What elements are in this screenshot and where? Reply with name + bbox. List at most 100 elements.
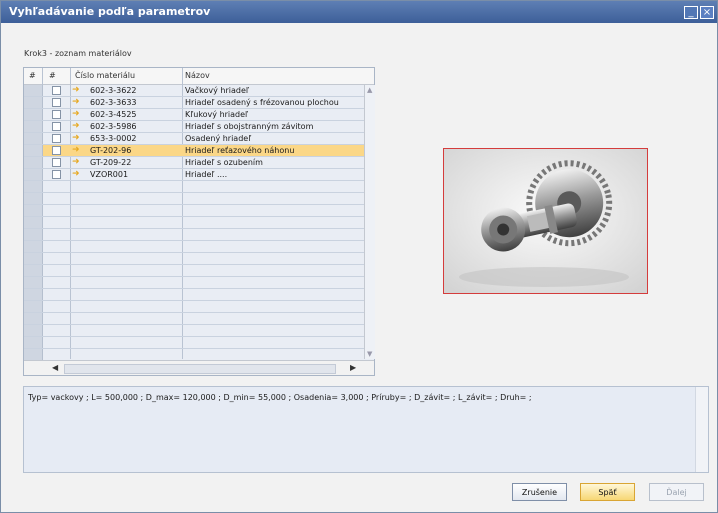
- horizontal-scroll-thumb[interactable]: [64, 364, 336, 374]
- row-selector[interactable]: [24, 109, 43, 120]
- table-row[interactable]: [24, 241, 364, 253]
- row-selector[interactable]: [24, 241, 43, 252]
- window-title: Vyhľadávanie podľa parametrov: [9, 5, 211, 18]
- material-number: 602-3-5986: [90, 122, 137, 131]
- table-row[interactable]: ➜ VZOR001 Hriadeľ ....: [24, 169, 364, 181]
- row-checkbox[interactable]: [52, 122, 61, 131]
- arrow-right-icon[interactable]: ➜: [72, 86, 83, 95]
- arrow-right-icon[interactable]: ➜: [72, 110, 83, 119]
- table-row[interactable]: ➜ GT-209-22 Hriadeľ s ozubením: [24, 157, 364, 169]
- table-row[interactable]: ➜ 653-3-0002 Osadený hriadeľ: [24, 133, 364, 145]
- row-selector[interactable]: [24, 337, 43, 348]
- row-selector[interactable]: [24, 229, 43, 240]
- row-selector[interactable]: [24, 325, 43, 336]
- table-row[interactable]: [24, 325, 364, 337]
- materials-grid: # # Číslo materiálu Názov ➜ 602-3-3622 Vač…: [23, 67, 375, 376]
- arrow-right-icon[interactable]: ➜: [72, 170, 83, 179]
- material-name: Hriadeľ s ozubením: [185, 158, 263, 167]
- row-selector[interactable]: [24, 85, 43, 96]
- row-selector[interactable]: [24, 181, 43, 192]
- material-number: VZOR001: [90, 170, 129, 179]
- row-checkbox[interactable]: [52, 98, 61, 107]
- material-name: Kľukový hriadeľ: [185, 110, 249, 119]
- row-checkbox[interactable]: [52, 134, 61, 143]
- table-row[interactable]: ➜ 602-3-5986 Hriadeľ s obojstranným závito…: [24, 121, 364, 133]
- row-checkbox[interactable]: [52, 158, 61, 167]
- material-name: Hriadeľ ....: [185, 170, 228, 179]
- row-selector[interactable]: [24, 253, 43, 264]
- material-number: 653-3-0002: [90, 134, 137, 143]
- row-selector[interactable]: [24, 265, 43, 276]
- table-row[interactable]: ➜ 602-3-3633 Hriadeľ osadený s frézovanou …: [24, 97, 364, 109]
- row-selector[interactable]: [24, 193, 43, 204]
- table-row[interactable]: [24, 205, 364, 217]
- material-number: GT-202-96: [90, 146, 132, 155]
- row-selector[interactable]: [24, 97, 43, 108]
- next-button[interactable]: Ďalej: [649, 483, 704, 501]
- table-row[interactable]: [24, 193, 364, 205]
- arrow-right-icon[interactable]: ➜: [72, 122, 83, 131]
- scroll-up-icon[interactable]: ▲: [367, 86, 372, 94]
- header-name[interactable]: Názov: [185, 71, 210, 80]
- material-name: Osadený hriadeľ: [185, 134, 252, 143]
- row-checkbox[interactable]: [52, 146, 61, 155]
- material-number: GT-209-22: [90, 158, 132, 167]
- header-material-number[interactable]: Číslo materiálu: [75, 71, 135, 80]
- scroll-right-icon[interactable]: ▶: [350, 363, 356, 372]
- row-selector[interactable]: [24, 301, 43, 312]
- row-selector[interactable]: [24, 121, 43, 132]
- grid-header: # # Číslo materiálu Názov: [24, 68, 374, 85]
- minimize-icon: _: [688, 7, 694, 18]
- table-row[interactable]: [24, 181, 364, 193]
- table-row[interactable]: [24, 229, 364, 241]
- row-selector[interactable]: [24, 133, 43, 144]
- description-scrollbar[interactable]: [695, 387, 708, 472]
- camshaft-photo: [444, 149, 647, 293]
- step-label: Krok3 - zoznam materiálov: [24, 49, 132, 58]
- table-row[interactable]: ➜ 602-3-4525 Kľukový hriadeľ: [24, 109, 364, 121]
- arrow-right-icon[interactable]: ➜: [72, 146, 83, 155]
- row-checkbox[interactable]: [52, 86, 61, 95]
- table-row[interactable]: [24, 301, 364, 313]
- material-number: 602-3-3622: [90, 86, 137, 95]
- arrow-right-icon[interactable]: ➜: [72, 158, 83, 167]
- row-selector[interactable]: [24, 349, 43, 360]
- row-selector[interactable]: [24, 169, 43, 180]
- material-name: Hriadeľ osadený s frézovanou plochou: [185, 98, 339, 107]
- grid-rows: ➜ 602-3-3622 Vačkový hriadeľ ➜ 602-3-3633 Hri…: [24, 85, 374, 361]
- scroll-down-icon[interactable]: ▼: [367, 350, 372, 358]
- row-selector[interactable]: [24, 145, 43, 156]
- description-text: Typ= vackovy ; L= 500,000 ; D_max= 120,0…: [28, 393, 532, 402]
- row-selector[interactable]: [24, 289, 43, 300]
- vertical-scrollbar[interactable]: ▲ ▼: [364, 85, 375, 359]
- back-button[interactable]: Späť: [580, 483, 635, 501]
- scroll-left-icon[interactable]: ◀: [52, 363, 58, 372]
- table-row[interactable]: [24, 313, 364, 325]
- row-selector[interactable]: [24, 217, 43, 228]
- close-button[interactable]: ×: [700, 6, 714, 19]
- row-selector[interactable]: [24, 205, 43, 216]
- table-row[interactable]: [24, 265, 364, 277]
- header-select: #: [49, 71, 56, 80]
- material-name: Hriadeľ reťazového náhonu: [185, 146, 295, 155]
- row-checkbox[interactable]: [52, 110, 61, 119]
- horizontal-scrollbar[interactable]: ◀ ▶: [24, 360, 374, 375]
- row-selector[interactable]: [24, 157, 43, 168]
- material-number: 602-3-4525: [90, 110, 137, 119]
- table-row[interactable]: ➜ GT-202-96 Hriadeľ reťazového náhonu: [24, 145, 364, 157]
- table-row[interactable]: [24, 337, 364, 349]
- minimize-button[interactable]: _: [684, 6, 698, 19]
- table-row[interactable]: [24, 217, 364, 229]
- table-row[interactable]: [24, 277, 364, 289]
- row-selector[interactable]: [24, 313, 43, 324]
- table-row[interactable]: [24, 289, 364, 301]
- table-row[interactable]: [24, 253, 364, 265]
- arrow-right-icon[interactable]: ➜: [72, 98, 83, 107]
- row-checkbox[interactable]: [52, 170, 61, 179]
- material-image: [443, 148, 648, 294]
- table-row[interactable]: ➜ 602-3-3622 Vačkový hriadeľ: [24, 85, 364, 97]
- cancel-button[interactable]: Zrušenie: [512, 483, 567, 501]
- arrow-right-icon[interactable]: ➜: [72, 134, 83, 143]
- description-field[interactable]: Typ= vackovy ; L= 500,000 ; D_max= 120,0…: [23, 386, 709, 473]
- row-selector[interactable]: [24, 277, 43, 288]
